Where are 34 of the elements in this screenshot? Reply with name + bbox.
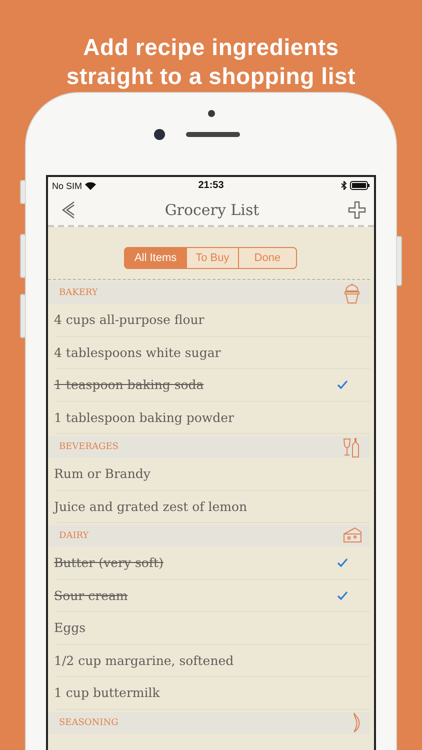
section-title: DAIRY <box>59 531 89 541</box>
sensor-icon <box>208 110 215 117</box>
battery-icon <box>350 181 370 190</box>
checkmark-icon <box>337 558 348 568</box>
screen-title: Grocery List <box>164 200 260 218</box>
filter-tab[interactable]: All Items <box>124 247 187 269</box>
list-item[interactable]: Rum or Brandy <box>54 466 150 482</box>
checkmark-icon <box>337 380 348 390</box>
headline: Add recipe ingredients straight to a shopping list <box>65 33 357 91</box>
list-item[interactable]: Sour cream <box>54 588 128 603</box>
add-icon[interactable] <box>348 200 366 218</box>
list-item[interactable]: Butter (very soft) <box>54 555 164 570</box>
list-item[interactable]: 4 tablespoons white sugar <box>54 344 221 360</box>
list-item[interactable]: 4 cups all-purpose flour <box>54 312 204 328</box>
back-icon[interactable] <box>60 200 76 220</box>
list-item[interactable]: 1 teaspoon baking soda <box>54 377 204 392</box>
list-item[interactable]: 1/2 cup margarine, softened <box>54 652 234 668</box>
section-title: BAKERY <box>59 288 98 298</box>
carrier-label: No SIM <box>52 180 82 190</box>
section-title: BEVERAGES <box>59 442 118 452</box>
section-title: SEASONING <box>59 718 118 728</box>
checkmark-icon <box>337 590 348 600</box>
chili-pepper-icon <box>353 712 362 733</box>
list-item[interactable]: 1 cup buttermilk <box>54 685 160 700</box>
list-item[interactable]: 1 tablespoon baking powder <box>54 410 234 425</box>
cupcake-icon <box>343 282 362 304</box>
wine-bottle-icon <box>343 436 362 458</box>
bluetooth-icon <box>340 181 347 190</box>
speaker-icon <box>186 132 240 137</box>
wifi-icon <box>85 182 96 190</box>
list-item[interactable]: Eggs <box>54 620 86 636</box>
list-item[interactable]: Juice and grated zest of lemon <box>54 498 248 514</box>
clock: 21:53 <box>198 180 224 191</box>
camera-icon <box>154 129 165 140</box>
